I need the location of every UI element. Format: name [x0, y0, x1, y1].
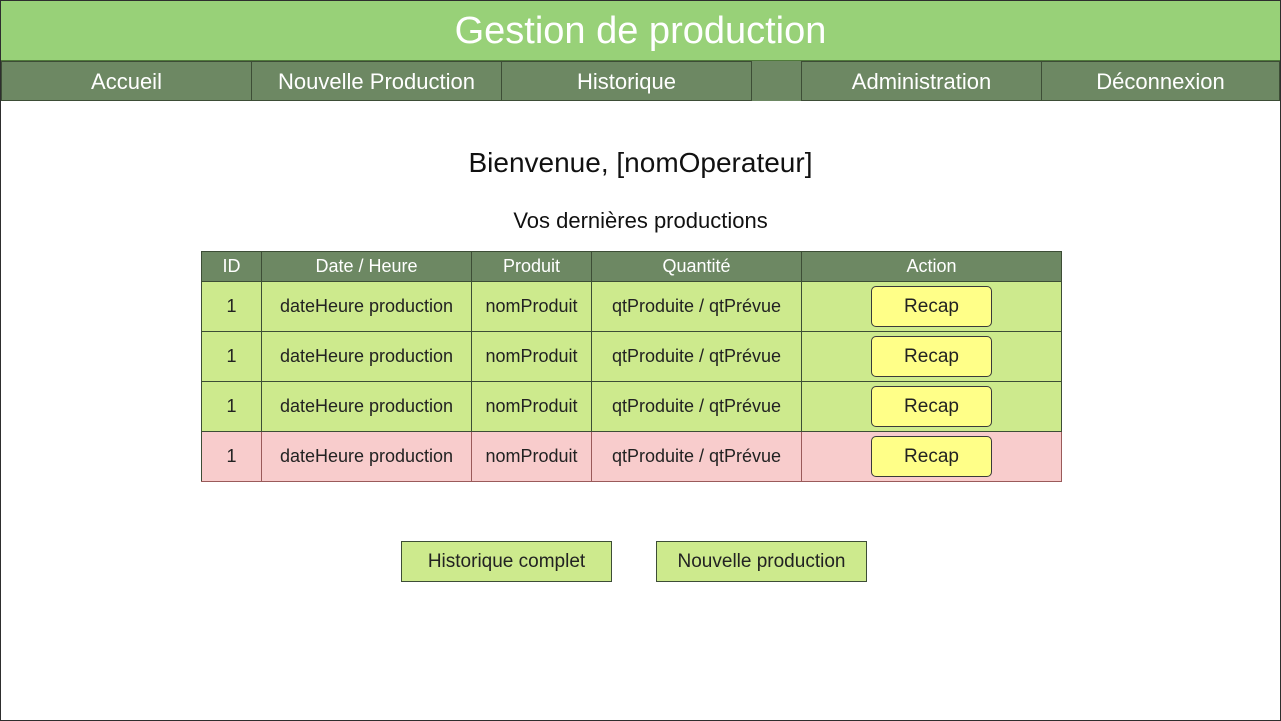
cell-product: nomProduit	[471, 331, 592, 382]
cell-action: Recap	[801, 331, 1062, 382]
app-window: Gestion de production Accueil Nouvelle P…	[0, 0, 1281, 721]
cell-id: 1	[201, 431, 262, 482]
recap-button[interactable]: Recap	[871, 386, 992, 427]
table-row: 1 dateHeure production nomProduit qtProd…	[201, 431, 1062, 482]
nav-item-historique[interactable]: Historique	[501, 61, 752, 101]
column-header-date: Date / Heure	[261, 251, 472, 282]
new-production-button[interactable]: Nouvelle production	[656, 541, 867, 582]
column-header-id: ID	[201, 251, 262, 282]
recap-button[interactable]: Recap	[871, 286, 992, 327]
cell-product: nomProduit	[471, 431, 592, 482]
cell-action: Recap	[801, 281, 1062, 332]
nav-item-administration[interactable]: Administration	[801, 61, 1042, 101]
table-header-row: ID Date / Heure Produit Quantité Action	[201, 251, 1062, 282]
cell-product: nomProduit	[471, 381, 592, 432]
nav-item-deconnexion[interactable]: Déconnexion	[1041, 61, 1280, 101]
column-header-product: Produit	[471, 251, 592, 282]
cell-date: dateHeure production	[261, 331, 472, 382]
cell-date: dateHeure production	[261, 431, 472, 482]
cell-action: Recap	[801, 431, 1062, 482]
welcome-message: Bienvenue, [nomOperateur]	[468, 147, 813, 178]
section-subtitle: Vos dernières productions	[513, 208, 768, 233]
cell-product: nomProduit	[471, 281, 592, 332]
cell-quantity: qtProduite / qtPrévue	[591, 381, 802, 432]
column-header-quantity: Quantité	[591, 251, 802, 282]
cell-date: dateHeure production	[261, 381, 472, 432]
cell-date: dateHeure production	[261, 281, 472, 332]
cell-id: 1	[201, 381, 262, 432]
cell-action: Recap	[801, 381, 1062, 432]
cell-quantity: qtProduite / qtPrévue	[591, 281, 802, 332]
table-row: 1 dateHeure production nomProduit qtProd…	[201, 281, 1062, 332]
cell-id: 1	[201, 331, 262, 382]
app-title: Gestion de production	[1, 1, 1280, 61]
table-row: 1 dateHeure production nomProduit qtProd…	[201, 331, 1062, 382]
table-row: 1 dateHeure production nomProduit qtProd…	[201, 381, 1062, 432]
recap-button[interactable]: Recap	[871, 336, 992, 377]
nav-item-nouvelle-production[interactable]: Nouvelle Production	[251, 61, 502, 101]
column-header-action: Action	[801, 251, 1062, 282]
productions-table: ID Date / Heure Produit Quantité Action …	[201, 251, 1062, 482]
recap-button[interactable]: Recap	[871, 436, 992, 477]
nav-item-accueil[interactable]: Accueil	[1, 61, 252, 101]
cell-quantity: qtProduite / qtPrévue	[591, 331, 802, 382]
full-history-button[interactable]: Historique complet	[401, 541, 612, 582]
nav-bar: Accueil Nouvelle Production Historique A…	[1, 61, 1280, 101]
cell-id: 1	[201, 281, 262, 332]
cell-quantity: qtProduite / qtPrévue	[591, 431, 802, 482]
